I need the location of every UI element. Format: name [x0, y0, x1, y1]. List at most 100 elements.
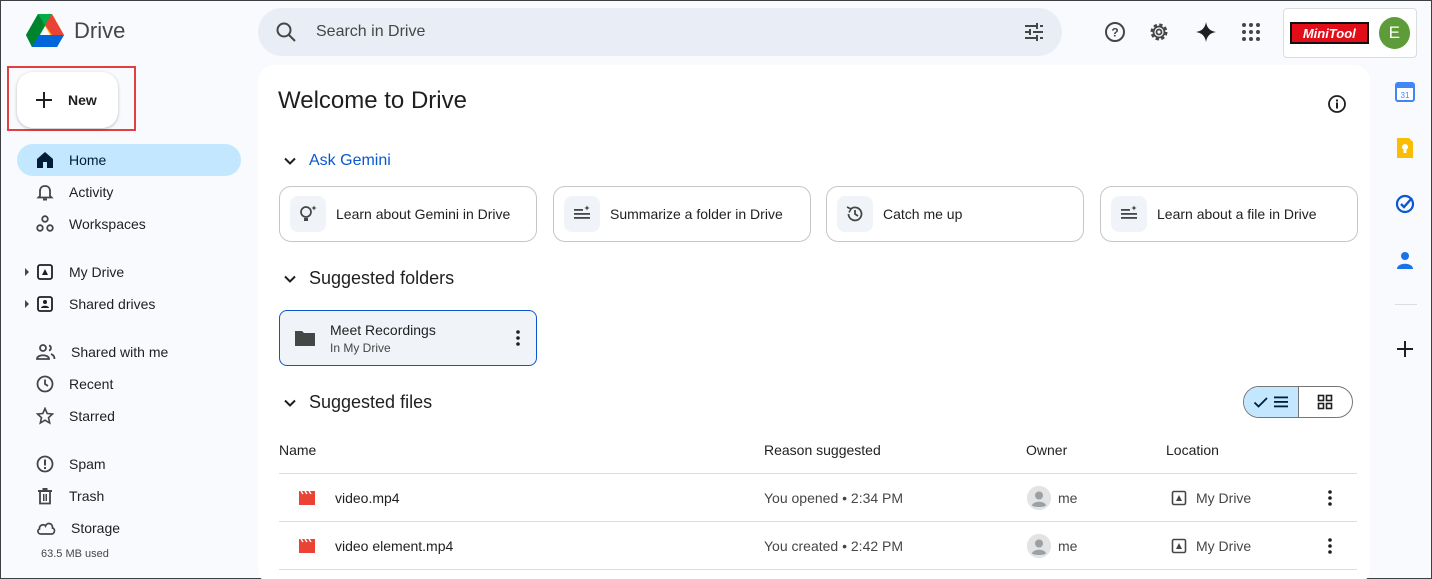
file-location[interactable]: My Drive [1196, 490, 1251, 506]
card-label: Learn about Gemini in Drive [336, 206, 511, 222]
new-button-label: New [68, 92, 97, 108]
sidebar-item-recent[interactable]: Recent [17, 368, 241, 400]
suggested-folders-heading[interactable]: Suggested folders [283, 268, 454, 289]
my-drive-icon [1171, 538, 1187, 554]
column-header-location[interactable]: Location [1166, 442, 1219, 458]
grid-view-button[interactable] [1299, 387, 1353, 417]
divider [279, 569, 1357, 570]
plus-icon [36, 92, 52, 108]
owner-name: me [1058, 538, 1078, 554]
column-header-owner[interactable]: Owner [1026, 442, 1067, 458]
clock-icon [36, 375, 54, 393]
more-vert-icon[interactable] [510, 329, 526, 347]
search-icon[interactable] [274, 20, 298, 44]
grid-icon [1317, 394, 1333, 410]
sidebar-item-workspaces[interactable]: Workspaces [17, 208, 241, 240]
lightbulb-sparkle-icon [290, 196, 326, 232]
section-title: Suggested folders [309, 268, 455, 288]
add-addon-plus-icon[interactable] [1393, 337, 1417, 361]
help-icon[interactable]: ? [1095, 12, 1135, 52]
card-label: Learn about a file in Drive [1157, 206, 1317, 222]
suggested-files-heading[interactable]: Suggested files [283, 392, 432, 413]
account-switcher[interactable]: MiniTool E [1283, 8, 1417, 58]
gemini-suggestion-card[interactable]: Learn about Gemini in Drive [279, 186, 537, 242]
keep-icon[interactable] [1393, 136, 1417, 160]
gemini-suggestion-card[interactable]: Catch me up [826, 186, 1084, 242]
search-options-icon[interactable] [1022, 20, 1046, 44]
tasks-icon[interactable] [1393, 192, 1417, 216]
rail-divider [1395, 304, 1417, 305]
list-sparkle-icon [1111, 196, 1147, 232]
sidebar-item-my-drive[interactable]: My Drive [17, 256, 241, 288]
sidebar-item-label: Shared drives [69, 296, 156, 312]
list-icon [1273, 396, 1288, 408]
file-location[interactable]: My Drive [1196, 538, 1251, 554]
drive-logo[interactable]: Drive [26, 14, 125, 48]
info-icon[interactable] [1317, 84, 1357, 124]
list-view-button[interactable] [1244, 387, 1299, 417]
expand-caret-icon[interactable] [25, 300, 29, 308]
sidebar-item-activity[interactable]: Activity [17, 176, 241, 208]
app-name: Drive [74, 18, 126, 43]
search-input[interactable] [316, 23, 1022, 41]
settings-gear-icon[interactable] [1139, 12, 1179, 52]
chevron-down-icon [284, 275, 296, 283]
view-toggle[interactable] [1243, 386, 1353, 418]
ask-gemini-heading[interactable]: Ask Gemini [283, 152, 391, 170]
page-title: Welcome to Drive [278, 87, 467, 114]
search-bar[interactable] [258, 8, 1062, 56]
sidebar-item-label: Shared with me [71, 344, 169, 360]
new-button[interactable]: New [17, 72, 118, 128]
section-title: Suggested files [309, 392, 433, 412]
chevron-down-icon [284, 157, 296, 165]
apps-grid-icon[interactable] [1231, 12, 1271, 52]
sidebar-item-label: Starred [69, 408, 115, 424]
drive-logo-icon [26, 14, 64, 47]
video-file-icon [298, 538, 316, 554]
sidebar-item-label: Activity [69, 184, 114, 200]
owner-avatar-icon [1027, 486, 1051, 510]
column-header-name[interactable]: Name [279, 442, 316, 458]
avatar[interactable]: E [1378, 17, 1410, 49]
workspaces-icon [36, 215, 54, 232]
table-row[interactable]: video element.mp4 You created • 2:42 PM … [279, 522, 1357, 569]
cloud-icon [37, 522, 56, 535]
sidebar-item-starred[interactable]: Starred [17, 400, 241, 432]
video-file-icon [298, 490, 316, 506]
table-row[interactable]: video.mp4 You opened • 2:34 PM me My Dri… [279, 474, 1357, 521]
sidebar-item-label: My Drive [69, 264, 125, 280]
more-vert-icon[interactable] [1322, 537, 1338, 555]
history-icon [837, 196, 873, 232]
card-label: Catch me up [883, 206, 963, 222]
file-name[interactable]: video.mp4 [335, 490, 400, 506]
sidebar-item-shared-drives[interactable]: Shared drives [17, 288, 241, 320]
sidebar-item-shared-with-me[interactable]: Shared with me [17, 336, 241, 368]
file-name[interactable]: video element.mp4 [335, 538, 453, 554]
calendar-icon[interactable]: 31 [1393, 80, 1417, 104]
card-label: Summarize a folder in Drive [610, 206, 783, 222]
more-vert-icon[interactable] [1322, 489, 1338, 507]
sidebar-item-storage[interactable]: Storage [17, 512, 241, 544]
people-icon [36, 344, 56, 360]
sidebar-item-label: Storage [71, 520, 121, 536]
sidebar-item-label: Home [69, 152, 107, 168]
sidebar-item-trash[interactable]: Trash [17, 480, 241, 512]
reason-suggested: You opened • 2:34 PM [764, 490, 904, 506]
gemini-sparkle-icon[interactable] [1186, 12, 1226, 52]
sidebar-item-home[interactable]: Home [17, 144, 241, 176]
sidebar-item-label: Recent [69, 376, 114, 392]
storage-used-text: 63.5 MB used [41, 548, 109, 560]
expand-caret-icon[interactable] [25, 268, 29, 276]
section-title: Ask Gemini [309, 152, 391, 169]
my-drive-icon [1171, 490, 1187, 506]
column-header-reason[interactable]: Reason suggested [764, 442, 881, 458]
my-drive-icon [37, 264, 53, 280]
folder-location: In My Drive [330, 340, 391, 355]
folder-name: Meet Recordings [330, 321, 436, 338]
contacts-icon[interactable] [1393, 248, 1417, 272]
folder-card[interactable]: Meet Recordings In My Drive [279, 310, 537, 366]
gemini-suggestion-card[interactable]: Summarize a folder in Drive [553, 186, 811, 242]
gemini-suggestion-card[interactable]: Learn about a file in Drive [1100, 186, 1358, 242]
bell-icon [36, 185, 54, 201]
sidebar-item-spam[interactable]: Spam [17, 448, 241, 480]
